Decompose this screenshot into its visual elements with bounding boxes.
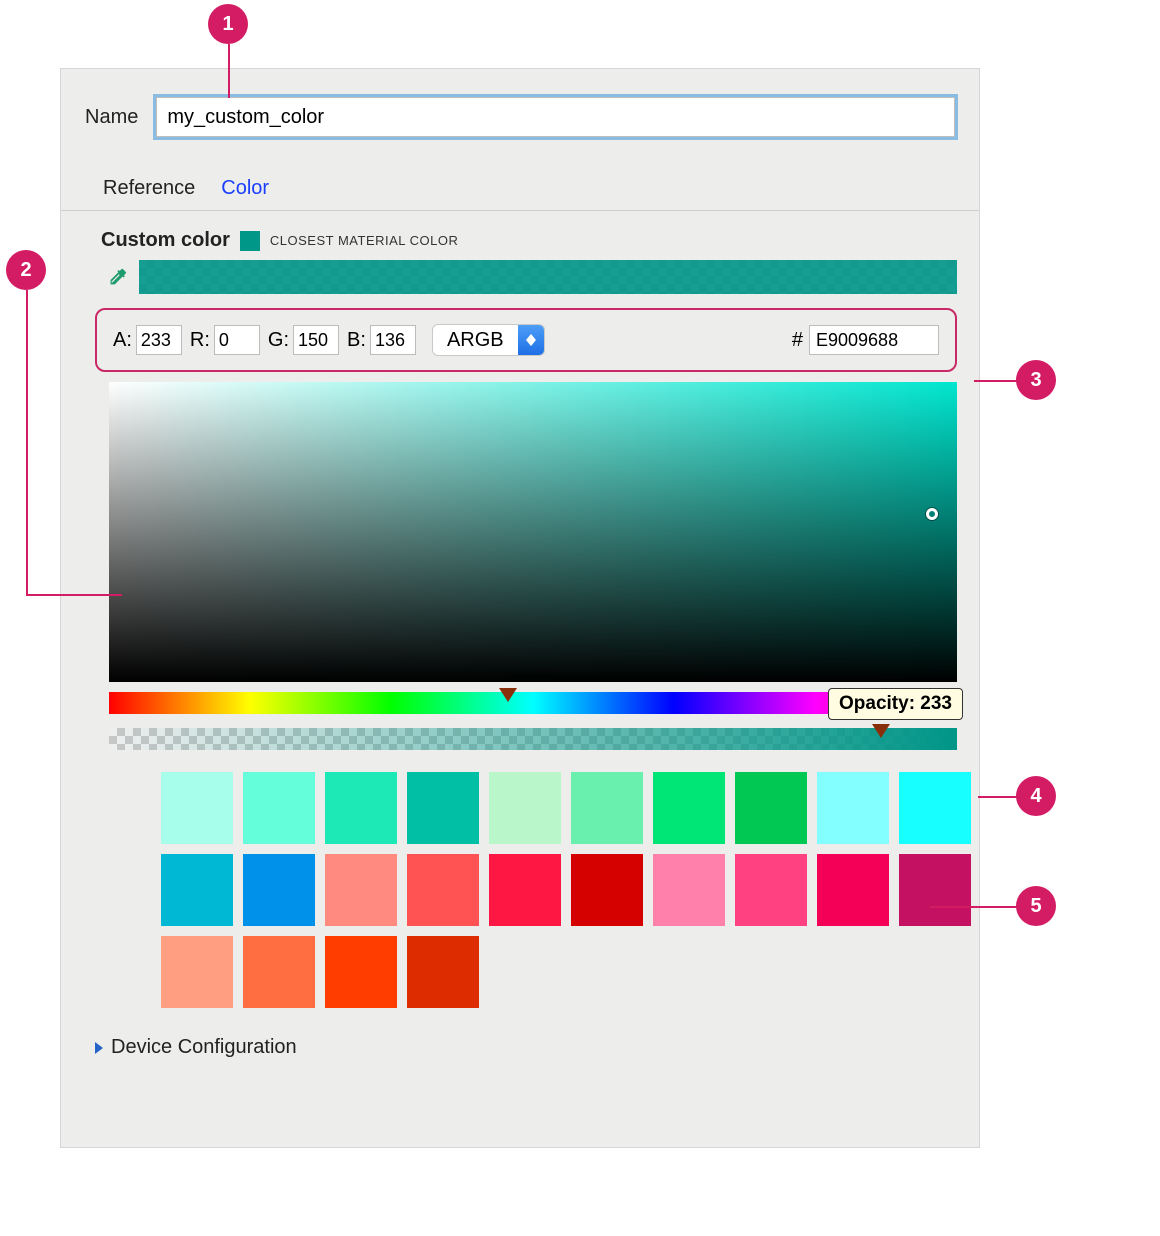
hue-thumb[interactable]	[499, 688, 517, 702]
swatch[interactable]	[161, 936, 233, 1008]
color-resource-panel: Name Reference Color Custom color CLOSES…	[60, 68, 980, 1148]
swatch[interactable]	[161, 772, 233, 844]
callout-5-line	[930, 906, 1018, 908]
custom-color-header: Custom color CLOSEST MATERIAL COLOR	[61, 229, 979, 260]
swatch[interactable]	[653, 854, 725, 926]
color-preview-bar	[139, 260, 957, 294]
callout-4: 4	[1016, 776, 1056, 816]
hex-symbol: #	[792, 329, 803, 352]
swatch[interactable]	[489, 772, 561, 844]
blue-input[interactable]	[370, 325, 416, 355]
callout-2-line-h	[26, 594, 122, 596]
opacity-thumb[interactable]	[872, 724, 890, 738]
green-label: G:	[268, 329, 289, 352]
swatch[interactable]	[571, 772, 643, 844]
color-mode-label: ARGB	[433, 325, 518, 355]
saturation-value-area[interactable]	[109, 382, 957, 682]
callout-2: 2	[6, 250, 46, 290]
hex-field: #	[792, 325, 939, 355]
swatch[interactable]	[407, 936, 479, 1008]
color-preview-overlay	[139, 260, 957, 294]
green-field: G:	[268, 325, 339, 355]
disclosure-triangle-icon	[95, 1042, 103, 1054]
swatch[interactable]	[325, 936, 397, 1008]
callout-2-line	[26, 290, 28, 596]
swatch[interactable]	[407, 772, 479, 844]
blue-label: B:	[347, 329, 366, 352]
satval-cursor	[926, 508, 938, 520]
swatch[interactable]	[243, 772, 315, 844]
custom-color-section: Custom color CLOSEST MATERIAL COLOR A: R…	[61, 211, 979, 1059]
closest-material-label: CLOSEST MATERIAL COLOR	[270, 233, 458, 248]
swatch[interactable]	[735, 854, 807, 926]
swatch[interactable]	[325, 772, 397, 844]
swatch[interactable]	[899, 854, 971, 926]
swatch[interactable]	[817, 854, 889, 926]
name-label: Name	[85, 106, 138, 129]
preview-row	[61, 260, 979, 302]
tab-color[interactable]: Color	[221, 177, 269, 200]
red-label: R:	[190, 329, 210, 352]
swatch[interactable]	[407, 854, 479, 926]
blue-field: B:	[347, 325, 416, 355]
swatch[interactable]	[817, 772, 889, 844]
callout-4-line	[978, 796, 1018, 798]
opacity-tooltip: Opacity: 233	[828, 688, 963, 720]
red-field: R:	[190, 325, 260, 355]
swatch[interactable]	[571, 854, 643, 926]
swatch[interactable]	[899, 772, 971, 844]
stepper-icon	[518, 325, 544, 355]
device-configuration-label: Device Configuration	[111, 1036, 297, 1059]
red-input[interactable]	[214, 325, 260, 355]
tabs: Reference Color	[61, 155, 979, 211]
swatch[interactable]	[735, 772, 807, 844]
device-configuration-row[interactable]: Device Configuration	[61, 1008, 979, 1059]
alpha-field: A:	[113, 325, 182, 355]
callout-1-line	[228, 44, 230, 98]
swatch[interactable]	[243, 854, 315, 926]
alpha-label: A:	[113, 329, 132, 352]
tab-reference[interactable]: Reference	[103, 177, 195, 200]
closest-material-swatch	[240, 231, 260, 251]
opacity-gradient	[109, 728, 957, 750]
green-input[interactable]	[293, 325, 339, 355]
argb-inputs: A: R: G: B: ARGB	[95, 308, 957, 372]
callout-5: 5	[1016, 886, 1056, 926]
custom-color-title: Custom color	[101, 229, 230, 252]
hex-input[interactable]	[809, 325, 939, 355]
callout-3: 3	[1016, 360, 1056, 400]
callout-3-line	[974, 380, 1018, 382]
swatch[interactable]	[161, 854, 233, 926]
swatch[interactable]	[243, 936, 315, 1008]
opacity-bar	[109, 728, 957, 750]
swatch[interactable]	[325, 854, 397, 926]
swatch[interactable]	[489, 854, 561, 926]
swatch[interactable]	[653, 772, 725, 844]
alpha-input[interactable]	[136, 325, 182, 355]
swatch-grid	[161, 772, 919, 1008]
name-input[interactable]	[156, 97, 955, 137]
name-row: Name	[61, 69, 979, 155]
eyedropper-icon[interactable]	[103, 260, 131, 294]
opacity-slider[interactable]: Opacity: 233	[109, 728, 957, 750]
callout-1: 1	[208, 4, 248, 44]
color-mode-select[interactable]: ARGB	[432, 324, 545, 356]
